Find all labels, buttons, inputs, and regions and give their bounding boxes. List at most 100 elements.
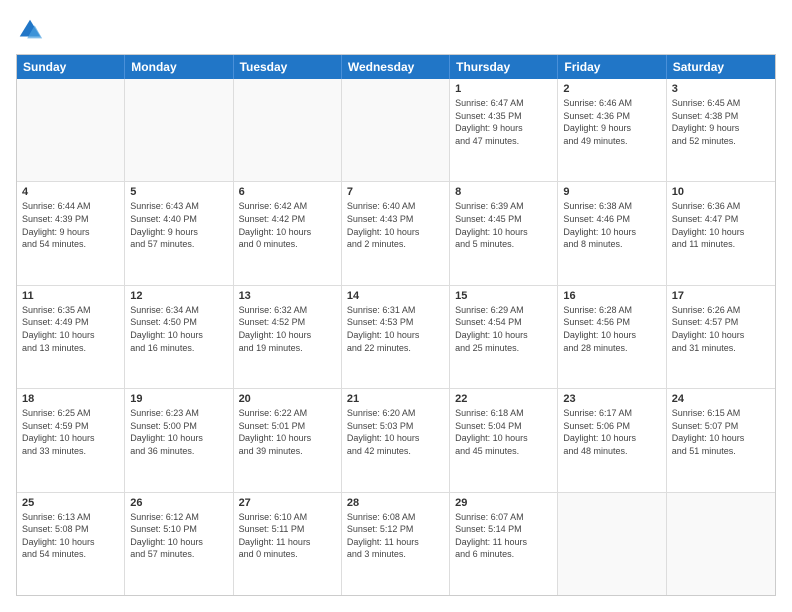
day-info: Sunrise: 6:35 AM Sunset: 4:49 PM Dayligh… (22, 304, 119, 354)
day-info: Sunrise: 6:31 AM Sunset: 4:53 PM Dayligh… (347, 304, 444, 354)
day-cell-16: 16 Sunrise: 6:28 AM Sunset: 4:56 PM Dayli… (558, 286, 666, 388)
day-number: 15 (455, 290, 552, 302)
day-number: 28 (347, 497, 444, 509)
day-cell-empty-0-2 (234, 79, 342, 181)
day-cell-17: 17 Sunrise: 6:26 AM Sunset: 4:57 PM Dayli… (667, 286, 775, 388)
day-number: 22 (455, 393, 552, 405)
calendar: SundayMondayTuesdayWednesdayThursdayFrid… (16, 54, 776, 596)
day-cell-3: 3 Sunrise: 6:45 AM Sunset: 4:38 PM Daylig… (667, 79, 775, 181)
day-number: 16 (563, 290, 660, 302)
day-number: 19 (130, 393, 227, 405)
day-info: Sunrise: 6:40 AM Sunset: 4:43 PM Dayligh… (347, 200, 444, 250)
day-cell-empty-0-1 (125, 79, 233, 181)
day-number: 2 (563, 83, 660, 95)
header-day-tuesday: Tuesday (234, 55, 342, 79)
day-number: 21 (347, 393, 444, 405)
day-cell-27: 27 Sunrise: 6:10 AM Sunset: 5:11 PM Dayli… (234, 493, 342, 595)
day-cell-empty-4-6 (667, 493, 775, 595)
day-cell-18: 18Sunrise: 6:25 AM Sunset: 4:59 PM Dayli… (17, 389, 125, 491)
day-info: Sunrise: 6:34 AM Sunset: 4:50 PM Dayligh… (130, 304, 227, 354)
day-info: Sunrise: 6:39 AM Sunset: 4:45 PM Dayligh… (455, 200, 552, 250)
day-info: Sunrise: 6:08 AM Sunset: 5:12 PM Dayligh… (347, 511, 444, 561)
day-number: 3 (672, 83, 770, 95)
day-info: Sunrise: 6:29 AM Sunset: 4:54 PM Dayligh… (455, 304, 552, 354)
day-info: Sunrise: 6:43 AM Sunset: 4:40 PM Dayligh… (130, 200, 227, 250)
day-number: 27 (239, 497, 336, 509)
day-number: 8 (455, 186, 552, 198)
day-cell-empty-0-0 (17, 79, 125, 181)
day-cell-14: 14 Sunrise: 6:31 AM Sunset: 4:53 PM Dayli… (342, 286, 450, 388)
day-cell-25: 25 Sunrise: 6:13 AM Sunset: 5:08 PM Dayli… (17, 493, 125, 595)
logo-icon (16, 16, 44, 44)
day-cell-1: 1 Sunrise: 6:47 AM Sunset: 4:35 PM Daylig… (450, 79, 558, 181)
day-info: Sunrise: 6:47 AM Sunset: 4:35 PM Dayligh… (455, 97, 552, 147)
day-cell-empty-0-3 (342, 79, 450, 181)
day-number: 13 (239, 290, 336, 302)
day-info: Sunrise: 6:32 AM Sunset: 4:52 PM Dayligh… (239, 304, 336, 354)
header-day-friday: Friday (558, 55, 666, 79)
day-info: Sunrise: 6:42 AM Sunset: 4:42 PM Dayligh… (239, 200, 336, 250)
header-day-saturday: Saturday (667, 55, 775, 79)
day-cell-5: 5 Sunrise: 6:43 AM Sunset: 4:40 PM Daylig… (125, 182, 233, 284)
day-number: 5 (130, 186, 227, 198)
day-cell-23: 23Sunrise: 6:17 AM Sunset: 5:06 PM Dayli… (558, 389, 666, 491)
calendar-body: 1 Sunrise: 6:47 AM Sunset: 4:35 PM Daylig… (17, 79, 775, 595)
day-cell-11: 11 Sunrise: 6:35 AM Sunset: 4:49 PM Dayli… (17, 286, 125, 388)
calendar-header: SundayMondayTuesdayWednesdayThursdayFrid… (17, 55, 775, 79)
day-number: 24 (672, 393, 770, 405)
day-number: 4 (22, 186, 119, 198)
day-cell-empty-4-5 (558, 493, 666, 595)
day-cell-10: 10 Sunrise: 6:36 AM Sunset: 4:47 PM Dayli… (667, 182, 775, 284)
day-info: Sunrise: 6:28 AM Sunset: 4:56 PM Dayligh… (563, 304, 660, 354)
day-number: 20 (239, 393, 336, 405)
calendar-row-0: 1 Sunrise: 6:47 AM Sunset: 4:35 PM Daylig… (17, 79, 775, 182)
day-info: Sunrise: 6:38 AM Sunset: 4:46 PM Dayligh… (563, 200, 660, 250)
calendar-row-2: 11 Sunrise: 6:35 AM Sunset: 4:49 PM Dayli… (17, 286, 775, 389)
day-cell-29: 29Sunrise: 6:07 AM Sunset: 5:14 PM Dayli… (450, 493, 558, 595)
day-cell-6: 6 Sunrise: 6:42 AM Sunset: 4:42 PM Daylig… (234, 182, 342, 284)
day-number: 17 (672, 290, 770, 302)
day-info: Sunrise: 6:20 AM Sunset: 5:03 PM Dayligh… (347, 407, 444, 457)
day-info: Sunrise: 6:18 AM Sunset: 5:04 PM Dayligh… (455, 407, 552, 457)
day-number: 23 (563, 393, 660, 405)
day-number: 6 (239, 186, 336, 198)
day-cell-22: 22 Sunrise: 6:18 AM Sunset: 5:04 PM Dayli… (450, 389, 558, 491)
day-cell-28: 28 Sunrise: 6:08 AM Sunset: 5:12 PM Dayli… (342, 493, 450, 595)
day-number: 26 (130, 497, 227, 509)
day-info: Sunrise: 6:13 AM Sunset: 5:08 PM Dayligh… (22, 511, 119, 561)
day-cell-2: 2Sunrise: 6:46 AM Sunset: 4:36 PM Daylig… (558, 79, 666, 181)
day-info: Sunrise: 6:23 AM Sunset: 5:00 PM Dayligh… (130, 407, 227, 457)
day-number: 12 (130, 290, 227, 302)
page: SundayMondayTuesdayWednesdayThursdayFrid… (0, 0, 792, 612)
day-number: 10 (672, 186, 770, 198)
header-day-thursday: Thursday (450, 55, 558, 79)
day-number: 1 (455, 83, 552, 95)
day-number: 9 (563, 186, 660, 198)
header-day-sunday: Sunday (17, 55, 125, 79)
logo (16, 16, 48, 44)
day-number: 14 (347, 290, 444, 302)
day-cell-20: 20 Sunrise: 6:22 AM Sunset: 5:01 PM Dayli… (234, 389, 342, 491)
day-cell-9: 9 Sunrise: 6:38 AM Sunset: 4:46 PM Daylig… (558, 182, 666, 284)
day-number: 11 (22, 290, 119, 302)
header-day-monday: Monday (125, 55, 233, 79)
day-cell-4: 4 Sunrise: 6:44 AM Sunset: 4:39 PM Daylig… (17, 182, 125, 284)
header (16, 16, 776, 44)
day-cell-13: 13 Sunrise: 6:32 AM Sunset: 4:52 PM Dayli… (234, 286, 342, 388)
day-info: Sunrise: 6:10 AM Sunset: 5:11 PM Dayligh… (239, 511, 336, 561)
day-info: Sunrise: 6:45 AM Sunset: 4:38 PM Dayligh… (672, 97, 770, 147)
calendar-row-3: 18Sunrise: 6:25 AM Sunset: 4:59 PM Dayli… (17, 389, 775, 492)
day-cell-12: 12 Sunrise: 6:34 AM Sunset: 4:50 PM Dayli… (125, 286, 233, 388)
day-info: Sunrise: 6:15 AM Sunset: 5:07 PM Dayligh… (672, 407, 770, 457)
day-info: Sunrise: 6:22 AM Sunset: 5:01 PM Dayligh… (239, 407, 336, 457)
calendar-row-4: 25 Sunrise: 6:13 AM Sunset: 5:08 PM Dayli… (17, 493, 775, 595)
day-number: 7 (347, 186, 444, 198)
day-info: Sunrise: 6:26 AM Sunset: 4:57 PM Dayligh… (672, 304, 770, 354)
day-cell-7: 7 Sunrise: 6:40 AM Sunset: 4:43 PM Daylig… (342, 182, 450, 284)
calendar-row-1: 4 Sunrise: 6:44 AM Sunset: 4:39 PM Daylig… (17, 182, 775, 285)
day-number: 25 (22, 497, 119, 509)
day-info: Sunrise: 6:07 AM Sunset: 5:14 PM Dayligh… (455, 511, 552, 561)
day-info: Sunrise: 6:36 AM Sunset: 4:47 PM Dayligh… (672, 200, 770, 250)
day-cell-21: 21 Sunrise: 6:20 AM Sunset: 5:03 PM Dayli… (342, 389, 450, 491)
day-info: Sunrise: 6:44 AM Sunset: 4:39 PM Dayligh… (22, 200, 119, 250)
